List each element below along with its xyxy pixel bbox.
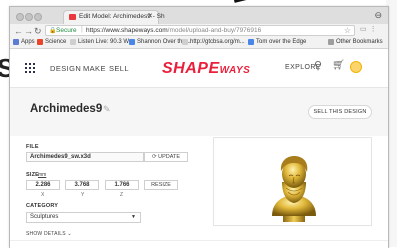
- search-icon[interactable]: ⚲: [314, 59, 322, 72]
- folder-icon: [328, 39, 334, 45]
- update-label: UPDATE: [158, 154, 181, 160]
- forward-arrow-icon[interactable]: →: [24, 25, 33, 37]
- bookmark-label: http://gtcbsa.org/m...: [190, 39, 245, 45]
- url-text: https://www.shapeways.com/model/upload-a…: [86, 27, 261, 34]
- secure-label: Secure: [56, 27, 77, 34]
- bookmark-gtcbsa[interactable]: http://gtcbsa.org/m...: [182, 39, 245, 45]
- caret-down-icon: ▼: [131, 214, 136, 220]
- axis-label-z: Z: [120, 192, 124, 198]
- apps-grid-icon: [13, 39, 19, 45]
- bookmark-apps[interactable]: Apps: [13, 39, 35, 45]
- site-header: DESIGN MAKE SELL SHAPEWAYS EXPLORE ⚲ 🛒︎: [10, 49, 388, 88]
- bust-base: [283, 215, 305, 222]
- reload-icon[interactable]: ↻: [34, 25, 42, 37]
- dimension-y-input[interactable]: 3.768: [65, 180, 99, 190]
- url-host: https://www.shapeways.com: [86, 27, 168, 34]
- avatar[interactable]: [350, 61, 362, 73]
- browser-toolbar: ← → ↻ 🔒 Secure | https://www.shapeways.c…: [10, 24, 388, 38]
- radio-bookmark-icon: [70, 39, 76, 45]
- category-value: Sculptures: [30, 214, 59, 220]
- page-bookmark-icon: [129, 39, 135, 45]
- bookmark-listen-live[interactable]: Listen Live: 90.3 W...: [70, 39, 134, 45]
- axis-label-y: Y: [81, 192, 85, 198]
- logo-text: SHAPE: [162, 60, 220, 77]
- bookmark-science[interactable]: Science: [37, 39, 66, 45]
- bookmark-tom-over-edge[interactable]: Tom over the Edge: [248, 39, 306, 45]
- page-bookmark-icon: [248, 39, 254, 45]
- file-label: FILE: [26, 144, 39, 150]
- shapeways-favicon-icon: [69, 14, 76, 20]
- category-select[interactable]: Sculptures ▼: [26, 212, 141, 223]
- category-label: CATEGORY: [26, 203, 59, 209]
- close-window-button[interactable]: [16, 13, 24, 21]
- size-unit-link[interactable]: mm: [38, 172, 46, 178]
- update-button[interactable]: ⟳ UPDATE: [144, 152, 188, 162]
- show-details-link[interactable]: SHOW DETAILS ⌄: [26, 231, 72, 237]
- nav-sell[interactable]: SELL: [109, 64, 129, 73]
- model-title-band: Archimedes9 ✎ SELL THIS DESIGN: [10, 88, 388, 136]
- chevron-down-icon: ⌄: [67, 231, 72, 237]
- nav-make[interactable]: MAKE: [83, 64, 106, 73]
- model-preview[interactable]: [213, 137, 372, 226]
- show-details-label: SHOW DETAILS: [26, 231, 66, 237]
- bookmark-label: Tom over the Edge: [256, 39, 307, 45]
- menu-grid-icon[interactable]: [25, 63, 35, 73]
- bookmarks-bar: Apps Science Listen Live: 90.3 W... Shan…: [10, 38, 388, 49]
- bookmark-label: Science: [45, 39, 67, 45]
- bookmark-label: Apps: [21, 39, 35, 45]
- annotation-arrow: [234, 0, 268, 3]
- profile-icon[interactable]: ⊖: [374, 10, 382, 21]
- back-arrow-icon[interactable]: ←: [14, 25, 23, 37]
- tab-close-icon[interactable]: ✕: [147, 12, 153, 20]
- minimize-window-button[interactable]: [25, 13, 33, 21]
- logo-text-small: WAYS: [219, 65, 251, 76]
- resize-button[interactable]: RESIZE: [144, 180, 178, 190]
- bookmark-other[interactable]: Other Bookmarks: [328, 39, 383, 45]
- science-bookmark-icon: [37, 39, 43, 45]
- dimension-z-input[interactable]: 1.766: [105, 180, 139, 190]
- page-title: Archimedes9: [30, 103, 103, 115]
- address-bar[interactable]: 🔒 Secure | https://www.shapeways.com/mod…: [45, 25, 355, 36]
- url-separator: |: [81, 26, 83, 33]
- pencil-icon[interactable]: ✎: [103, 104, 111, 115]
- dimension-x-input[interactable]: 2.286: [26, 180, 60, 190]
- bookmark-label: Other Bookmarks: [336, 39, 383, 45]
- browser-window: Edit Model: Archimedes9 - Sh ✕ ⊖ ← → ↻ 🔒…: [9, 6, 389, 248]
- sell-this-design-button[interactable]: SELL THIS DESIGN: [308, 105, 372, 119]
- zoom-window-button[interactable]: [34, 13, 42, 21]
- url-path: /model/upload-and-buy/7976916: [167, 27, 262, 34]
- bust-render: [272, 156, 316, 222]
- nav-design[interactable]: DESIGN: [50, 64, 81, 73]
- shapeways-logo[interactable]: SHAPEWAYS: [162, 60, 250, 78]
- cart-icon[interactable]: 🛒︎: [332, 60, 345, 71]
- page-bookmark-icon: [182, 39, 188, 45]
- file-name-field: Archimedes9_sw.x3d: [26, 152, 144, 162]
- axis-label-x: X: [41, 192, 45, 198]
- bookmark-label: Listen Live: 90.3 W...: [78, 39, 134, 45]
- bookmark-star-icon[interactable]: ☆: [344, 26, 351, 35]
- extension-icons[interactable]: ▭⋮: [360, 25, 380, 33]
- tab-strip: Edit Model: Archimedes9 - Sh ✕ ⊖: [10, 7, 388, 24]
- browser-tab[interactable]: Edit Model: Archimedes9 - Sh ✕: [63, 10, 165, 24]
